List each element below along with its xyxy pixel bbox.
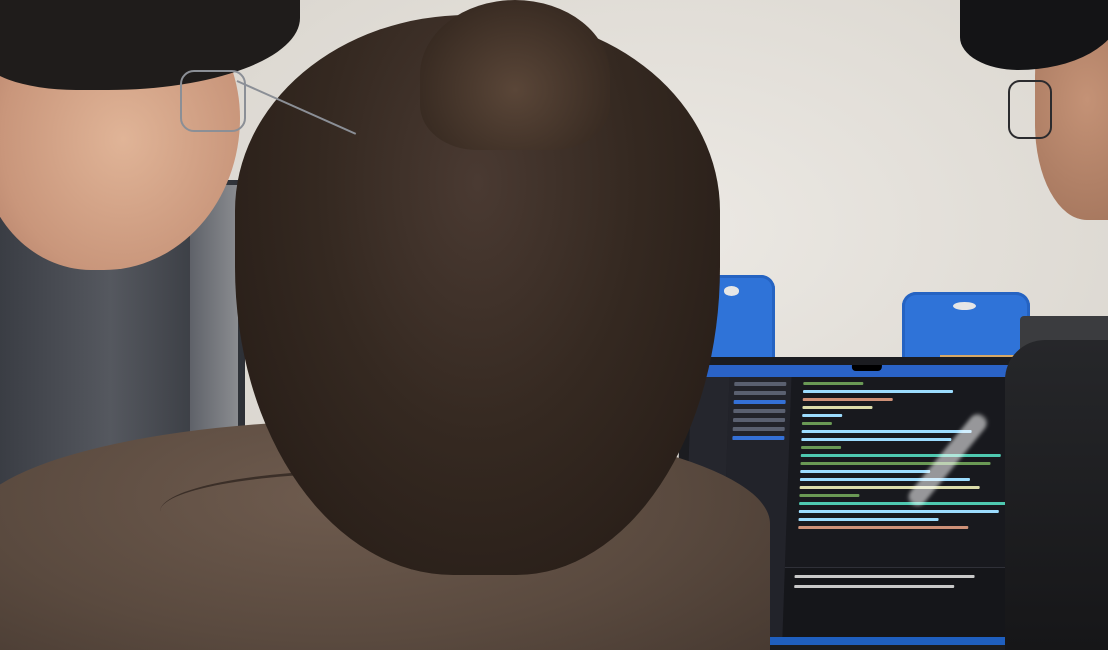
right-person-glasses [1008,80,1052,139]
output-panel [782,567,1017,638]
code-line [802,406,873,409]
photo-scene [0,0,1108,650]
code-line [802,398,893,401]
explorer-row [732,427,785,431]
code-line [799,478,971,481]
right-person [960,0,1108,650]
code-line [801,422,832,425]
code-line [801,446,842,449]
right-person-shirt [1005,340,1108,650]
code-line [800,462,991,465]
code-line [798,518,939,521]
explorer-row-selected [732,436,785,440]
code-line [801,438,952,441]
explorer-row [734,382,787,386]
left-person-glasses [180,70,357,135]
code-line [800,470,931,473]
code-editor-pane [784,377,1024,567]
code-line [799,494,860,497]
code-line [800,454,1001,457]
code-line [799,486,980,489]
code-line [803,382,864,385]
code-line [802,390,954,393]
output-line [794,585,955,588]
explorer-row [733,391,787,395]
hair-bun [420,0,610,150]
explorer-row [733,409,786,413]
output-line [794,575,975,578]
code-line [798,510,999,513]
explorer-row-selected [733,400,786,404]
explorer-row [732,418,786,422]
code-line [798,526,969,529]
code-line [799,502,1010,505]
code-line [801,430,972,433]
camera-notch [851,365,882,371]
code-line [802,414,843,417]
